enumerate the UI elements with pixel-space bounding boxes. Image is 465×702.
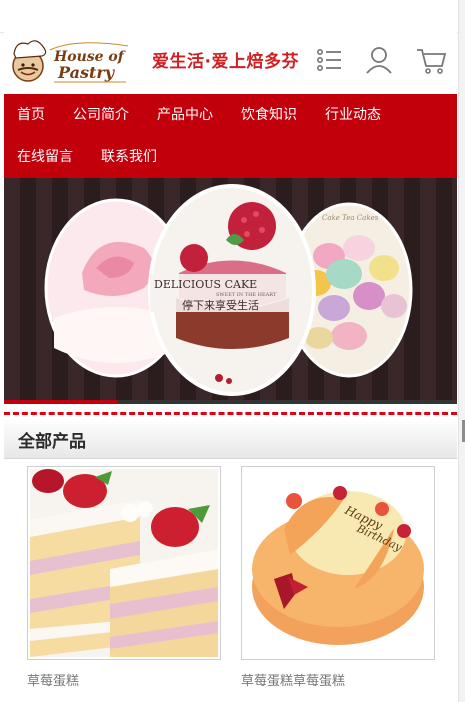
nav-item-about[interactable]: 公司简介 bbox=[59, 94, 143, 136]
banner-caption-en-small: SWEET IN THE HEART bbox=[216, 292, 277, 298]
svg-text:Pastry: Pastry bbox=[57, 63, 116, 82]
product-image-frame[interactable]: Happy Birthday bbox=[241, 466, 435, 660]
banner-small-label: Cake Tea Cakes bbox=[322, 214, 379, 222]
banner-image: Cake Tea Cakes DELICIOUS CAKE SWEET IN T… bbox=[44, 184, 413, 396]
product-image: Happy Birthday bbox=[244, 469, 432, 657]
banner-progress-track bbox=[4, 400, 457, 404]
nav-item-contact[interactable]: 联系我们 bbox=[87, 136, 171, 178]
list-menu-icon[interactable] bbox=[312, 43, 346, 77]
section-title: 全部产品 bbox=[18, 432, 86, 452]
banner-caption-en: DELICIOUS CAKE bbox=[154, 278, 257, 291]
logo-graphic: House of Pastry bbox=[12, 40, 129, 83]
nav-item-products[interactable]: 产品中心 bbox=[143, 94, 227, 136]
nav-item-industry-news[interactable]: 行业动态 bbox=[311, 94, 395, 136]
product-image-frame[interactable] bbox=[27, 466, 221, 660]
top-address-strip bbox=[0, 0, 458, 33]
main-nav: 首页 公司简介 产品中心 饮食知识 行业动态 在线留言 联系我们 bbox=[4, 94, 457, 178]
product-name[interactable]: 草莓蛋糕 bbox=[27, 670, 219, 689]
section-divider bbox=[4, 412, 457, 415]
header-slogan: 爱生活·爱上焙多芬 bbox=[152, 52, 299, 72]
banner-progress-fill bbox=[4, 400, 118, 404]
product-card[interactable]: 草莓蛋糕 bbox=[27, 466, 221, 689]
nav-item-message[interactable]: 在线留言 bbox=[4, 136, 87, 178]
nav-item-home[interactable]: 首页 bbox=[4, 94, 59, 136]
cart-icon[interactable] bbox=[414, 43, 448, 77]
site-header: House of Pastry 爱生活·爱上焙多芬 bbox=[4, 32, 457, 94]
nav-row: 在线留言 联系我们 bbox=[4, 136, 457, 178]
product-image bbox=[30, 469, 218, 657]
section-header: 全部产品 bbox=[4, 418, 457, 459]
banner-slider[interactable]: Cake Tea Cakes DELICIOUS CAKE SWEET IN T… bbox=[4, 178, 457, 404]
logo[interactable]: House of Pastry bbox=[6, 36, 132, 90]
scrollbar-track[interactable] bbox=[458, 0, 465, 702]
product-grid: 草莓蛋糕 Happy Birthday 草莓蛋糕草莓蛋糕 bbox=[4, 459, 457, 702]
user-icon[interactable] bbox=[362, 43, 396, 77]
nav-item-food-knowledge[interactable]: 饮食知识 bbox=[227, 94, 311, 136]
banner-caption-cn: 停下来享受生活 bbox=[182, 298, 259, 312]
product-name[interactable]: 草莓蛋糕草莓蛋糕 bbox=[241, 670, 433, 689]
nav-row: 首页 公司简介 产品中心 饮食知识 行业动态 bbox=[4, 94, 457, 136]
product-card[interactable]: Happy Birthday 草莓蛋糕草莓蛋糕 bbox=[241, 466, 435, 689]
